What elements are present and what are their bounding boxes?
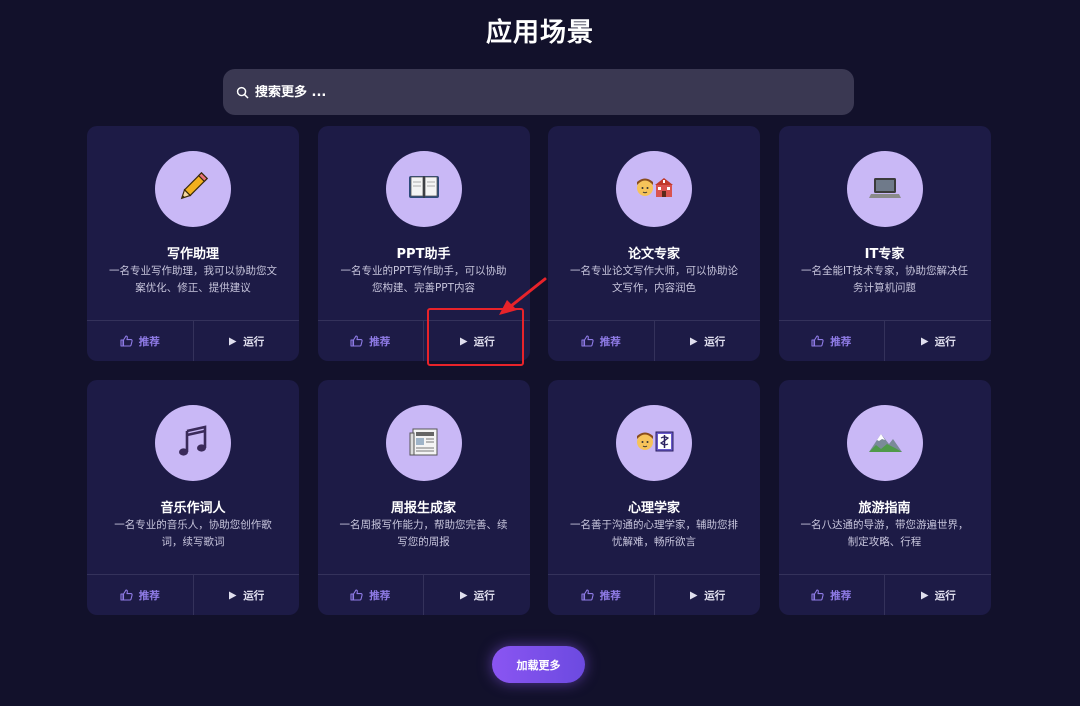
scenario-card[interactable]: 周报生成家一名周报写作能力，帮助您完善、续写您的周报推荐 运行 (317, 380, 530, 615)
card-description: 一名善于沟通的心理学家，辅助您排忧解难，畅所欲言 (570, 519, 738, 548)
run-label: 运行 (243, 589, 265, 602)
scenario-card[interactable]: 心理学家一名善于沟通的心理学家，辅助您排忧解难，畅所欲言推荐 运行 (548, 380, 760, 615)
scenario-card[interactable]: 音乐作词人一名专业的音乐人，协助您创作歌词，续写歌词推荐 运行 (87, 380, 299, 615)
card-description: 一名全能IT技术专家，协助您解决任务计算机问题 (800, 265, 968, 294)
card-title: IT专家 (864, 247, 905, 262)
search-icon (236, 86, 249, 98)
recommend-button[interactable]: 推荐 (779, 321, 885, 361)
card-title: 周报生成家 (390, 501, 456, 516)
person-medical-icon (634, 421, 674, 465)
recommend-label: 推荐 (369, 335, 391, 348)
run-button[interactable]: 运行 (192, 321, 300, 361)
book-icon-circle (385, 151, 462, 227)
music-note-icon (173, 421, 213, 465)
run-label: 运行 (934, 589, 956, 602)
play-icon (690, 591, 698, 599)
music-note-icon-circle (155, 405, 231, 481)
run-button[interactable]: 运行 (192, 575, 300, 615)
app-scenarios-page: 应用场景 写作助理一名专业写作助理，我可以协助您文案优化、修正、提供建议推荐运行… (0, 0, 1080, 706)
recommend-label: 推荐 (138, 589, 160, 602)
recommend-label: 推荐 (830, 335, 852, 348)
thumbs-up-icon (581, 335, 594, 347)
card-description: 一名专业的PPT写作助手，可以协助您构建、完善PPT内容 (340, 265, 507, 294)
laptop-icon-circle (846, 151, 923, 227)
card-title: 音乐作词人 (160, 501, 226, 516)
thumbs-up-icon (120, 335, 133, 347)
mountain-icon-circle (846, 405, 923, 481)
search-bar[interactable] (223, 69, 854, 115)
thumbs-up-icon (811, 335, 824, 347)
pencil-icon-circle (155, 151, 231, 227)
recommend-label: 推荐 (599, 589, 621, 602)
card-description: 一名专业论文写作大师，可以协助论文写作，内容润色 (570, 265, 738, 294)
recommend-label: 推荐 (369, 589, 391, 602)
arrow-pointer-icon (499, 277, 547, 315)
recommend-button[interactable]: 推荐 (548, 575, 654, 615)
run-label: 运行 (704, 335, 726, 348)
card-title: 论文专家 (627, 247, 680, 262)
run-button[interactable]: 运行 (653, 575, 761, 615)
play-icon (229, 337, 237, 345)
student-school-icon (634, 167, 674, 211)
recommend-label: 推荐 (599, 335, 621, 348)
card-actions: 推荐 运行 (87, 574, 299, 615)
play-icon (920, 337, 929, 345)
card-actions: 推荐 运行 (317, 574, 530, 615)
student-school-icon-circle (616, 151, 692, 227)
scenario-grid: 写作助理 一名专业写作助理，我可以协助您文案优化、修正、提供建议 推荐 运行 PPT助手… (87, 126, 991, 615)
thumbs-up-icon (811, 589, 824, 601)
run-label: 运行 (243, 335, 265, 348)
run-button[interactable]: 运行 (423, 575, 530, 615)
recommend-button[interactable]: 推荐 (548, 321, 654, 361)
card-title: 写作助理 (166, 247, 219, 262)
run-button[interactable]: 运行 (653, 321, 761, 361)
play-icon (690, 337, 698, 345)
card-description: 一名专业的音乐人，协助您创作歌词，续写歌词 (114, 519, 272, 548)
card-description: 一名周报写作能力，帮助您完善、续写您的周报 (339, 519, 508, 548)
mountain-icon (865, 421, 905, 465)
thumbs-up-icon (120, 589, 133, 601)
thumbs-up-icon (350, 335, 363, 347)
recommend-label: 推荐 (138, 335, 160, 348)
recommend-button[interactable]: 推荐 (87, 321, 193, 361)
thumbs-up-icon (350, 589, 363, 601)
recommend-button[interactable]: 推荐 (318, 575, 424, 615)
card-title: 心理学家 (627, 501, 680, 516)
card-actions: 推荐 运行 (87, 320, 299, 361)
play-icon (229, 591, 237, 599)
search-input[interactable] (255, 84, 815, 100)
recommend-label: 推荐 (830, 589, 852, 602)
laptop-icon (865, 167, 905, 211)
load-more-button[interactable]: 加载更多 (492, 646, 585, 683)
play-icon (920, 591, 929, 599)
scenario-card[interactable]: IT专家一名全能IT技术专家，协助您解决任务计算机问题推荐 运行 (778, 126, 991, 361)
run-label: 运行 (704, 589, 726, 602)
newspaper-icon-circle (385, 405, 462, 481)
card-actions: 推荐 运行 (548, 320, 760, 361)
scenario-card[interactable]: 写作助理一名专业写作助理，我可以协助您文案优化、修正、提供建议推荐 运行 (87, 126, 299, 361)
newspaper-icon (404, 421, 444, 465)
card-title: 旅游指南 (858, 501, 911, 516)
play-icon (459, 591, 468, 599)
thumbs-up-icon (581, 589, 594, 601)
card-actions: 推荐 运行 (778, 320, 991, 361)
recommend-button[interactable]: 推荐 (87, 575, 193, 615)
page-title: 应用场景 (485, 18, 594, 48)
pencil-icon (173, 167, 213, 211)
card-actions: 推荐 运行 (548, 574, 760, 615)
card-description: 一名八达通的导游，带您游遍世界，制定攻略、行程 (800, 519, 969, 548)
scenario-card[interactable]: 旅游指南一名八达通的导游，带您游遍世界，制定攻略、行程推荐 运行 (778, 380, 991, 615)
book-icon (404, 167, 444, 211)
recommend-button[interactable]: 推荐 (318, 321, 424, 361)
person-medical-icon-circle (616, 405, 692, 481)
run-label: 运行 (473, 589, 495, 602)
scenario-card[interactable]: 论文专家一名专业论文写作大师，可以协助论文写作，内容润色推荐 运行 (548, 126, 760, 361)
recommend-button[interactable]: 推荐 (779, 575, 885, 615)
card-description: 一名专业写作助理，我可以协助您文案优化、修正、提供建议 (109, 265, 277, 294)
card-actions: 推荐 运行 (778, 574, 991, 615)
run-button[interactable]: 运行 (884, 575, 991, 615)
run-button[interactable]: 运行 (884, 321, 991, 361)
run-label: 运行 (934, 335, 956, 348)
card-title: PPT助手 (396, 247, 451, 262)
